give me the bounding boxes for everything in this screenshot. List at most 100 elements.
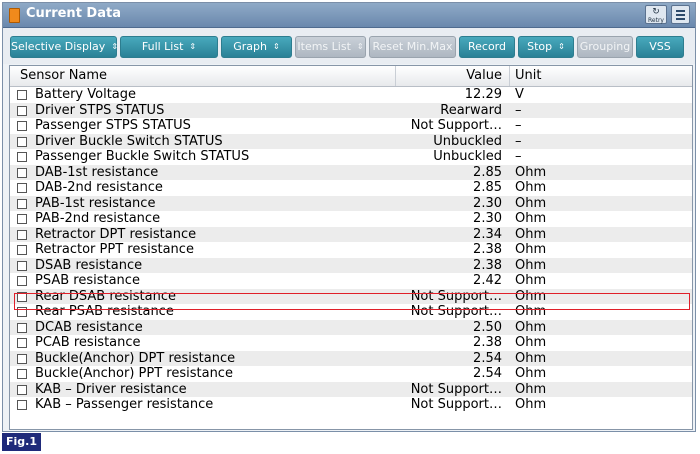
sensor-name: KAB – Driver resistance [35,381,187,397]
row-checkbox[interactable] [17,214,27,224]
stop-button[interactable]: Stop ⇕ [518,36,574,58]
sensor-unit: Ohm [515,335,547,350]
row-checkbox[interactable] [17,136,27,147]
table-row[interactable]: PCAB resistance 2.38 Ohm [10,335,692,351]
sensor-unit: – [515,118,522,133]
row-checkbox[interactable] [17,198,27,209]
table-row[interactable]: PAB-1st resistance 2.30 Ohm [10,195,692,211]
sensor-value: 2.85 [473,180,502,195]
row-checkbox[interactable] [17,183,27,193]
sensor-unit: V [515,87,524,102]
sensor-unit: Ohm [515,180,547,195]
sensor-name: Driver Buckle Switch STATUS [35,133,223,149]
sensor-data-table: Sensor Name Value Unit Battery Voltage 12… [9,65,693,430]
table-row[interactable]: Driver STPS STATUS Rearward – [10,102,692,118]
table-row[interactable]: KAB – Driver resistance Not Support… Ohm [10,381,692,397]
table-row[interactable]: PAB-2nd resistance 2.30 Ohm [10,211,692,227]
table-body: Battery Voltage 12.29 V Driver STPS STATUS R… [10,87,692,413]
dropdown-arrows-icon: ⇕ [189,42,197,51]
table-row[interactable]: Buckle(Anchor) PPT resistance 2.54 Ohm [10,366,692,382]
table-row[interactable]: Driver Buckle Switch STATUS Unbuckled – [10,133,692,149]
vss-button[interactable]: VSS [636,36,684,58]
table-row[interactable]: Passenger STPS STATUS Not Support… – [10,118,692,134]
sensor-name-header[interactable]: Sensor Name [20,68,107,83]
sensor-value: Not Support… [410,397,502,412]
sensor-unit: Ohm [515,164,547,180]
graph-button[interactable]: Graph ⇕ [221,36,292,58]
retry-button[interactable]: ↻ Retry [645,5,667,24]
table-row[interactable]: Battery Voltage 12.29 V [10,87,692,103]
toolbar: Selective Display ⇕ Full List ⇕ Graph ⇕ Ite… [3,28,695,64]
table-row[interactable]: PSAB resistance 2.42 Ohm [10,273,692,289]
sensor-unit: Ohm [515,397,547,412]
row-checkbox[interactable] [17,400,27,410]
row-checkbox[interactable] [17,229,27,240]
table-row[interactable]: Retractor DPT resistance 2.34 Ohm [10,226,692,242]
row-checkbox[interactable] [17,260,27,271]
table-row[interactable]: DSAB resistance 2.38 Ohm [10,257,692,273]
sensor-name: Passenger Buckle Switch STATUS [35,149,250,164]
sensor-value: 2.34 [473,226,502,242]
sensor-unit: Ohm [515,350,547,366]
row-checkbox[interactable] [17,369,27,379]
row-checkbox[interactable] [17,245,27,255]
row-checkbox[interactable] [17,353,27,364]
vss-label: VSS [649,40,671,53]
table-row[interactable]: Passenger Buckle Switch STATUS Unbuckled – [10,149,692,165]
figure-label: Fig.1 [2,433,41,451]
title-bar: Current Data ↻ Retry [3,3,695,28]
value-header[interactable]: Value [466,68,502,83]
sensor-value: 12.29 [464,87,502,102]
sensor-value: Unbuckled [433,149,502,164]
table-row[interactable]: Buckle(Anchor) DPT resistance 2.54 Ohm [10,350,692,366]
row-checkbox[interactable] [17,121,27,131]
retry-label: Retry [648,17,664,24]
full-list-label: Full List [141,40,184,53]
sensor-value: Not Support… [410,381,502,397]
record-label: Record [467,40,506,53]
row-checkbox[interactable] [17,338,27,348]
highlight-box [14,293,690,310]
sensor-name: Retractor PPT resistance [35,242,194,257]
table-row[interactable]: KAB – Passenger resistance Not Support… Oh… [10,397,692,413]
menu-button[interactable] [671,5,690,24]
unit-header[interactable]: Unit [515,68,541,83]
selective-display-button[interactable]: Selective Display ⇕ [10,36,118,58]
row-checkbox[interactable] [17,167,27,178]
full-list-button[interactable]: Full List ⇕ [120,36,218,58]
menu-icon [676,10,685,12]
sensor-name: Battery Voltage [35,87,137,102]
dropdown-arrows-icon: ⇕ [558,42,565,51]
reset-min-max-button[interactable]: Reset Min.Max [369,36,456,58]
record-button[interactable]: Record [459,36,515,58]
refresh-icon: ↻ [652,7,660,17]
table-row[interactable]: Retractor PPT resistance 2.38 Ohm [10,242,692,258]
row-checkbox[interactable] [17,105,27,116]
sensor-unit: Ohm [515,366,547,381]
sensor-unit: – [515,102,522,118]
sensor-value: 2.30 [473,195,502,211]
table-row[interactable]: DCAB resistance 2.50 Ohm [10,319,692,335]
sensor-unit: Ohm [515,195,547,211]
sensor-unit: Ohm [515,226,547,242]
row-checkbox[interactable] [17,276,27,286]
sensor-value: Rearward [440,102,502,118]
grouping-label: Grouping [579,40,631,53]
row-checkbox[interactable] [17,152,27,162]
table-row[interactable]: DAB-2nd resistance 2.85 Ohm [10,180,692,196]
sensor-name: PSAB resistance [35,273,140,288]
sensor-name: DCAB resistance [35,319,143,335]
row-checkbox[interactable] [17,90,27,100]
sensor-name: Buckle(Anchor) DPT resistance [35,350,236,366]
sensor-value: 2.38 [473,335,502,350]
table-row[interactable]: DAB-1st resistance 2.85 Ohm [10,164,692,180]
items-list-button[interactable]: Items List ⇕ [295,36,366,58]
stop-label: Stop [527,40,553,53]
sensor-value: 2.54 [473,366,502,381]
sensor-name: PAB-1st resistance [35,195,156,211]
row-checkbox[interactable] [17,384,27,395]
sensor-value: Not Support… [410,118,502,133]
grouping-button[interactable]: Grouping [577,36,633,58]
sensor-name: PAB-2nd resistance [35,211,161,226]
row-checkbox[interactable] [17,322,27,333]
